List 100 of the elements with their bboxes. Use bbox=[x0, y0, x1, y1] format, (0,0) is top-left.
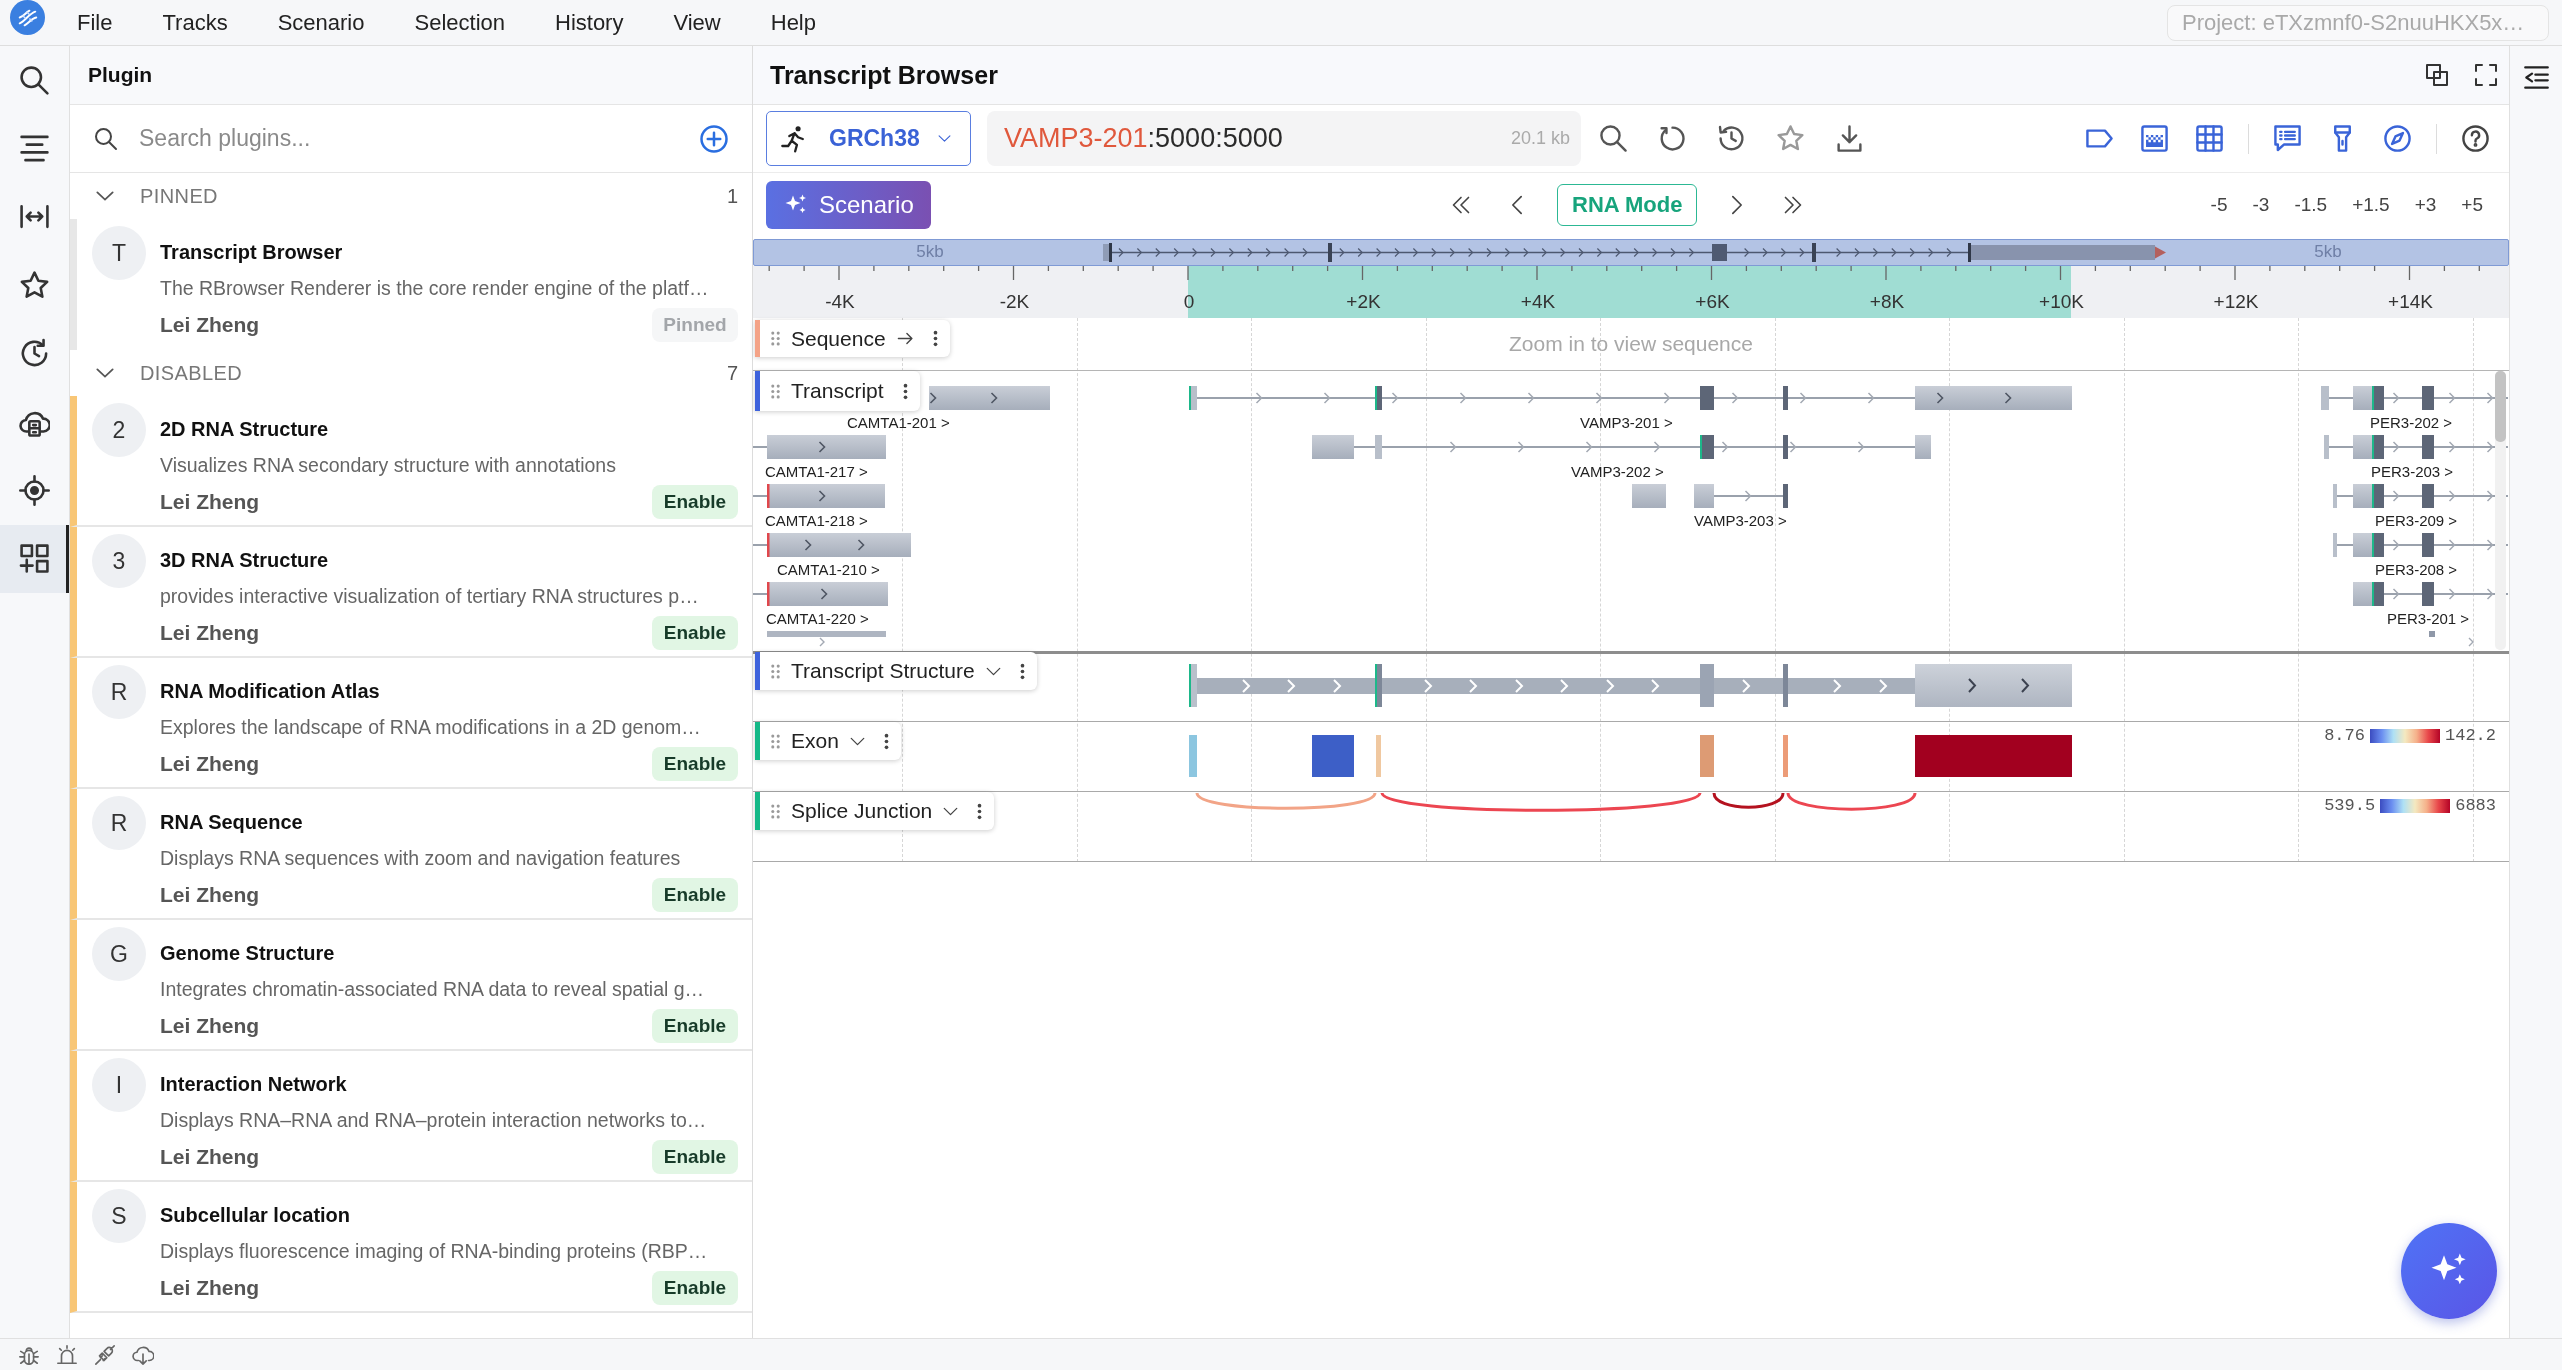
search-field[interactable]: Search plugins... bbox=[139, 118, 678, 159]
ruler-label: +6K bbox=[1695, 291, 1730, 313]
download-icon[interactable] bbox=[1835, 124, 1864, 153]
helix-logo-icon[interactable] bbox=[10, 0, 45, 35]
zoom-step-button[interactable]: +5 bbox=[2461, 194, 2483, 216]
add-circle-icon[interactable] bbox=[699, 123, 729, 154]
more-options-icon[interactable] bbox=[883, 732, 889, 750]
track-header[interactable]: Transcript Structure bbox=[755, 652, 1037, 690]
scrollbar-thumb[interactable] bbox=[2495, 371, 2506, 442]
section-label: PINNED bbox=[140, 184, 218, 208]
drag-handle-icon[interactable] bbox=[771, 331, 780, 346]
compass-icon[interactable] bbox=[2383, 124, 2412, 153]
search-icon[interactable] bbox=[1599, 124, 1628, 153]
transcript-model[interactable] bbox=[2321, 386, 2509, 410]
transcript-label: CAMTA1-220 > bbox=[766, 610, 869, 627]
section-count: 1 bbox=[726, 184, 738, 208]
star-icon bbox=[19, 269, 50, 301]
drag-handle-icon[interactable] bbox=[771, 383, 780, 399]
region-length-label: 20.1 kb bbox=[1510, 128, 1570, 149]
menu-item[interactable]: Scenario bbox=[277, 9, 365, 36]
transcript-model[interactable] bbox=[1632, 484, 1789, 508]
plugin-author: Lei Zheng bbox=[160, 752, 260, 776]
scenario-button[interactable]: Scenario bbox=[766, 181, 931, 229]
help-icon[interactable] bbox=[2461, 124, 2490, 153]
transcript-model[interactable] bbox=[2333, 484, 2509, 508]
more-options-icon[interactable] bbox=[977, 802, 983, 820]
refresh-icon[interactable] bbox=[1658, 124, 1687, 153]
speech-bubble-list-icon[interactable] bbox=[2273, 124, 2302, 153]
history-icon[interactable] bbox=[1717, 124, 1746, 153]
vertical-scrollbar[interactable] bbox=[2495, 371, 2506, 650]
chevron-down-icon[interactable] bbox=[96, 368, 114, 378]
track-header[interactable]: Sequence bbox=[755, 320, 950, 357]
plugin-author: Lei Zheng bbox=[160, 1145, 260, 1169]
double-chevron-right-icon[interactable] bbox=[1783, 195, 1804, 215]
zoom-step-button[interactable]: -1.5 bbox=[2294, 194, 2328, 216]
track-header[interactable]: Transcript bbox=[755, 371, 920, 411]
ruler-label: +10K bbox=[2039, 291, 2084, 313]
siren-icon[interactable] bbox=[56, 1343, 78, 1366]
plugin-avatar: I bbox=[92, 1058, 146, 1112]
fullscreen-icon[interactable] bbox=[2474, 63, 2498, 87]
transcript-label: CAMTA1-217 > bbox=[765, 463, 868, 480]
transcript-model[interactable] bbox=[2429, 631, 2474, 647]
menu-item[interactable]: Help bbox=[770, 9, 816, 36]
more-options-icon[interactable] bbox=[1019, 662, 1025, 680]
star-icon[interactable] bbox=[1776, 124, 1805, 153]
menu-item[interactable]: File bbox=[77, 9, 113, 36]
chevron-down-icon bbox=[937, 132, 951, 145]
assistant-button[interactable] bbox=[2401, 1223, 2497, 1319]
collapse-panel-icon[interactable] bbox=[2521, 64, 2551, 91]
transcript-label: CAMTA1-201 > bbox=[847, 414, 950, 431]
more-options-icon[interactable] bbox=[932, 330, 938, 347]
transcript-label: PER3-201 > bbox=[2387, 610, 2470, 627]
transcript-model[interactable] bbox=[2324, 435, 2509, 459]
zoom-step-button[interactable]: -3 bbox=[2252, 194, 2270, 216]
splice-junction-arcs[interactable] bbox=[1195, 792, 1917, 812]
plugin-author: Lei Zheng bbox=[160, 621, 260, 645]
grid-icon[interactable] bbox=[2195, 124, 2224, 153]
plugin-description: Displays RNA–RNA and RNA–protein interaction networks to… bbox=[160, 1108, 708, 1133]
scale-min-label: 8.76 bbox=[2324, 726, 2365, 745]
drag-handle-icon[interactable] bbox=[771, 663, 780, 679]
search-icon bbox=[19, 64, 50, 96]
menu-item[interactable]: View bbox=[673, 9, 721, 36]
checkered-square-icon[interactable] bbox=[2140, 124, 2169, 153]
plugin-avatar: G bbox=[92, 927, 146, 981]
scale-max-label: 142.2 bbox=[2445, 726, 2496, 745]
plugin-avatar: 2 bbox=[92, 403, 146, 457]
zoom-step-button[interactable]: +1.5 bbox=[2352, 194, 2390, 216]
menu-item[interactable]: Selection bbox=[414, 9, 505, 36]
menu-item[interactable]: History bbox=[555, 9, 624, 36]
plug-icon[interactable] bbox=[94, 1343, 116, 1366]
transcript-model[interactable] bbox=[1189, 386, 2072, 410]
ruler-label: -2K bbox=[999, 291, 1030, 313]
more-options-icon[interactable] bbox=[902, 382, 908, 400]
zoom-step-button[interactable]: +3 bbox=[2414, 194, 2437, 216]
locus-field[interactable]: VAMP3-201:5000:5000 20.1 kb bbox=[987, 111, 1581, 166]
zoom-step-button[interactable]: -5 bbox=[2210, 194, 2228, 216]
double-chevron-left-icon[interactable] bbox=[1451, 195, 1471, 215]
transcript-model[interactable] bbox=[753, 484, 885, 508]
plugin-description: Explores the landscape of RNA modifications in a 2D genom… bbox=[160, 715, 702, 740]
transcript-model[interactable] bbox=[753, 533, 911, 557]
plugin-author: Lei Zheng bbox=[160, 490, 260, 514]
drag-handle-icon[interactable] bbox=[771, 803, 780, 819]
track-name: Transcript bbox=[791, 379, 884, 403]
activity-bar-button[interactable] bbox=[0, 524, 69, 594]
transcript-model[interactable] bbox=[753, 582, 888, 606]
chevron-down-icon[interactable] bbox=[96, 191, 114, 201]
track-header[interactable]: Exon bbox=[755, 722, 901, 760]
drag-handle-icon[interactable] bbox=[771, 733, 780, 749]
track-header[interactable]: Splice Junction bbox=[755, 792, 995, 830]
transcript-model[interactable] bbox=[2333, 533, 2509, 557]
transcript-model[interactable] bbox=[1312, 435, 1931, 459]
ruler-label: +12K bbox=[2213, 291, 2259, 313]
transcript-model[interactable] bbox=[2353, 582, 2509, 606]
transcript-label: CAMTA1-218 > bbox=[765, 512, 868, 529]
panel-title: Transcript Browser bbox=[770, 60, 998, 90]
arrow-right-icon[interactable] bbox=[896, 330, 914, 347]
menu-item[interactable]: Tracks bbox=[162, 9, 228, 36]
genome-dropdown[interactable]: GRCh38 bbox=[766, 111, 971, 166]
copy-icon[interactable] bbox=[2425, 63, 2449, 87]
section-label: DISABLED bbox=[140, 361, 243, 385]
